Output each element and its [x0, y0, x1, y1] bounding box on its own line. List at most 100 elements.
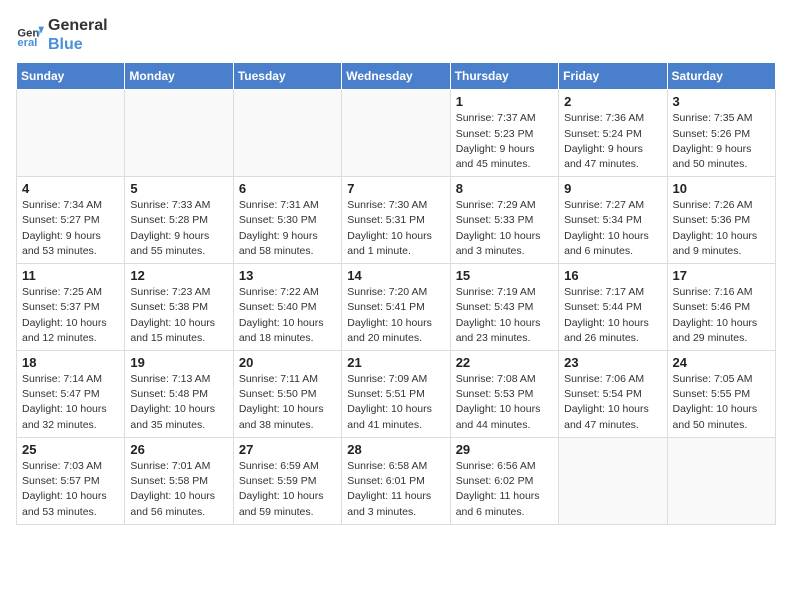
- weekday-header-wednesday: Wednesday: [342, 63, 450, 90]
- day-number: 13: [239, 268, 336, 283]
- day-number: 27: [239, 442, 336, 457]
- calendar-cell: 22Sunrise: 7:08 AM Sunset: 5:53 PM Dayli…: [450, 351, 558, 438]
- calendar-cell: [17, 90, 125, 177]
- calendar-week-5: 25 Sunrise: 7:03 AM Sunset: 5:57 PM Dayli…: [17, 437, 776, 524]
- day-number: 23: [564, 355, 661, 370]
- calendar-cell: 25 Sunrise: 7:03 AM Sunset: 5:57 PM Dayli…: [17, 437, 125, 524]
- day-detail: Sunrise: 7:35 AM Sunset: 5:26 PM Dayligh…: [673, 111, 770, 172]
- day-detail: Sunrise: 7:26 AM Sunset: 5:36 PM Dayligh…: [673, 198, 770, 259]
- calendar-header-row: SundayMondayTuesdayWednesdayThursdayFrid…: [17, 63, 776, 90]
- calendar-week-3: 11 Sunrise: 7:25 AM Sunset: 5:37 PM Dayli…: [17, 264, 776, 351]
- calendar-cell: 11 Sunrise: 7:25 AM Sunset: 5:37 PM Dayli…: [17, 264, 125, 351]
- calendar-cell: 16 Sunrise: 7:17 AM Sunset: 5:44 PM Dayli…: [559, 264, 667, 351]
- day-detail: Sunrise: 7:05 AM Sunset: 5:55 PM Dayligh…: [673, 372, 770, 433]
- day-detail: Sunrise: 7:27 AM Sunset: 5:34 PM Dayligh…: [564, 198, 661, 259]
- calendar-cell: 29 Sunrise: 6:56 AM Sunset: 6:02 PM Dayli…: [450, 437, 558, 524]
- calendar-cell: 7 Sunrise: 7:30 AM Sunset: 5:31 PM Daylig…: [342, 177, 450, 264]
- day-number: 2: [564, 94, 661, 109]
- day-number: 10: [673, 181, 770, 196]
- calendar-cell: 18 Sunrise: 7:14 AM Sunset: 5:47 PM Dayli…: [17, 351, 125, 438]
- day-number: 7: [347, 181, 444, 196]
- day-number: 12: [130, 268, 227, 283]
- calendar-table: SundayMondayTuesdayWednesdayThursdayFrid…: [16, 62, 776, 524]
- day-number: 16: [564, 268, 661, 283]
- day-detail: Sunrise: 7:14 AM Sunset: 5:47 PM Dayligh…: [22, 372, 119, 433]
- day-detail: Sunrise: 7:19 AM Sunset: 5:43 PM Dayligh…: [456, 285, 553, 346]
- calendar-cell: 6 Sunrise: 7:31 AM Sunset: 5:30 PM Daylig…: [233, 177, 341, 264]
- day-detail: Sunrise: 7:13 AM Sunset: 5:48 PM Dayligh…: [130, 372, 227, 433]
- calendar-week-2: 4Sunrise: 7:34 AM Sunset: 5:27 PM Daylig…: [17, 177, 776, 264]
- calendar-cell: 15Sunrise: 7:19 AM Sunset: 5:43 PM Dayli…: [450, 264, 558, 351]
- calendar-cell: 26 Sunrise: 7:01 AM Sunset: 5:58 PM Dayli…: [125, 437, 233, 524]
- day-detail: Sunrise: 7:17 AM Sunset: 5:44 PM Dayligh…: [564, 285, 661, 346]
- day-number: 24: [673, 355, 770, 370]
- calendar-cell: 9 Sunrise: 7:27 AM Sunset: 5:34 PM Daylig…: [559, 177, 667, 264]
- day-detail: Sunrise: 7:25 AM Sunset: 5:37 PM Dayligh…: [22, 285, 119, 346]
- weekday-header-friday: Friday: [559, 63, 667, 90]
- svg-text:eral: eral: [17, 37, 37, 49]
- day-number: 11: [22, 268, 119, 283]
- weekday-header-thursday: Thursday: [450, 63, 558, 90]
- day-detail: Sunrise: 6:59 AM Sunset: 5:59 PM Dayligh…: [239, 459, 336, 520]
- day-number: 4: [22, 181, 119, 196]
- calendar-cell: 5 Sunrise: 7:33 AM Sunset: 5:28 PM Daylig…: [125, 177, 233, 264]
- day-detail: Sunrise: 7:20 AM Sunset: 5:41 PM Dayligh…: [347, 285, 444, 346]
- day-number: 9: [564, 181, 661, 196]
- day-detail: Sunrise: 7:33 AM Sunset: 5:28 PM Dayligh…: [130, 198, 227, 259]
- day-number: 8: [456, 181, 553, 196]
- day-detail: Sunrise: 7:09 AM Sunset: 5:51 PM Dayligh…: [347, 372, 444, 433]
- day-detail: Sunrise: 7:03 AM Sunset: 5:57 PM Dayligh…: [22, 459, 119, 520]
- calendar-cell: 19 Sunrise: 7:13 AM Sunset: 5:48 PM Dayli…: [125, 351, 233, 438]
- day-detail: Sunrise: 7:11 AM Sunset: 5:50 PM Dayligh…: [239, 372, 336, 433]
- calendar-cell: [125, 90, 233, 177]
- calendar-cell: 27 Sunrise: 6:59 AM Sunset: 5:59 PM Dayli…: [233, 437, 341, 524]
- day-detail: Sunrise: 7:36 AM Sunset: 5:24 PM Dayligh…: [564, 111, 661, 172]
- weekday-header-monday: Monday: [125, 63, 233, 90]
- page-header: Gen eral GeneralBlue: [16, 16, 776, 54]
- calendar-cell: [342, 90, 450, 177]
- calendar-cell: [559, 437, 667, 524]
- day-number: 20: [239, 355, 336, 370]
- calendar-cell: 23 Sunrise: 7:06 AM Sunset: 5:54 PM Dayli…: [559, 351, 667, 438]
- day-number: 18: [22, 355, 119, 370]
- day-number: 29: [456, 442, 553, 457]
- calendar-cell: 17 Sunrise: 7:16 AM Sunset: 5:46 PM Dayli…: [667, 264, 775, 351]
- day-number: 28: [347, 442, 444, 457]
- calendar-cell: 20 Sunrise: 7:11 AM Sunset: 5:50 PM Dayli…: [233, 351, 341, 438]
- day-number: 1: [456, 94, 553, 109]
- calendar-cell: [667, 437, 775, 524]
- calendar-cell: 10 Sunrise: 7:26 AM Sunset: 5:36 PM Dayli…: [667, 177, 775, 264]
- logo-text-general: GeneralBlue: [48, 16, 108, 54]
- calendar-cell: 24 Sunrise: 7:05 AM Sunset: 5:55 PM Dayli…: [667, 351, 775, 438]
- day-number: 21: [347, 355, 444, 370]
- day-number: 6: [239, 181, 336, 196]
- day-detail: Sunrise: 6:58 AM Sunset: 6:01 PM Dayligh…: [347, 459, 444, 520]
- day-number: 25: [22, 442, 119, 457]
- day-number: 5: [130, 181, 227, 196]
- day-detail: Sunrise: 7:16 AM Sunset: 5:46 PM Dayligh…: [673, 285, 770, 346]
- calendar-cell: 2 Sunrise: 7:36 AM Sunset: 5:24 PM Daylig…: [559, 90, 667, 177]
- day-number: 14: [347, 268, 444, 283]
- day-detail: Sunrise: 6:56 AM Sunset: 6:02 PM Dayligh…: [456, 459, 553, 520]
- day-detail: Sunrise: 7:08 AM Sunset: 5:53 PM Dayligh…: [456, 372, 553, 433]
- calendar-week-4: 18 Sunrise: 7:14 AM Sunset: 5:47 PM Dayli…: [17, 351, 776, 438]
- calendar-cell: 14 Sunrise: 7:20 AM Sunset: 5:41 PM Dayli…: [342, 264, 450, 351]
- calendar-cell: [233, 90, 341, 177]
- calendar-cell: 13 Sunrise: 7:22 AM Sunset: 5:40 PM Dayli…: [233, 264, 341, 351]
- day-detail: Sunrise: 7:01 AM Sunset: 5:58 PM Dayligh…: [130, 459, 227, 520]
- logo: Gen eral GeneralBlue: [16, 16, 108, 54]
- day-detail: Sunrise: 7:30 AM Sunset: 5:31 PM Dayligh…: [347, 198, 444, 259]
- day-detail: Sunrise: 7:31 AM Sunset: 5:30 PM Dayligh…: [239, 198, 336, 259]
- day-detail: Sunrise: 7:37 AM Sunset: 5:23 PM Dayligh…: [456, 111, 553, 172]
- calendar-cell: 3Sunrise: 7:35 AM Sunset: 5:26 PM Daylig…: [667, 90, 775, 177]
- calendar-cell: 21 Sunrise: 7:09 AM Sunset: 5:51 PM Dayli…: [342, 351, 450, 438]
- day-detail: Sunrise: 7:22 AM Sunset: 5:40 PM Dayligh…: [239, 285, 336, 346]
- day-detail: Sunrise: 7:06 AM Sunset: 5:54 PM Dayligh…: [564, 372, 661, 433]
- day-number: 17: [673, 268, 770, 283]
- day-number: 19: [130, 355, 227, 370]
- weekday-header-tuesday: Tuesday: [233, 63, 341, 90]
- calendar-week-1: 1 Sunrise: 7:37 AM Sunset: 5:23 PM Daylig…: [17, 90, 776, 177]
- calendar-cell: 8Sunrise: 7:29 AM Sunset: 5:33 PM Daylig…: [450, 177, 558, 264]
- day-number: 26: [130, 442, 227, 457]
- calendar-cell: 28 Sunrise: 6:58 AM Sunset: 6:01 PM Dayli…: [342, 437, 450, 524]
